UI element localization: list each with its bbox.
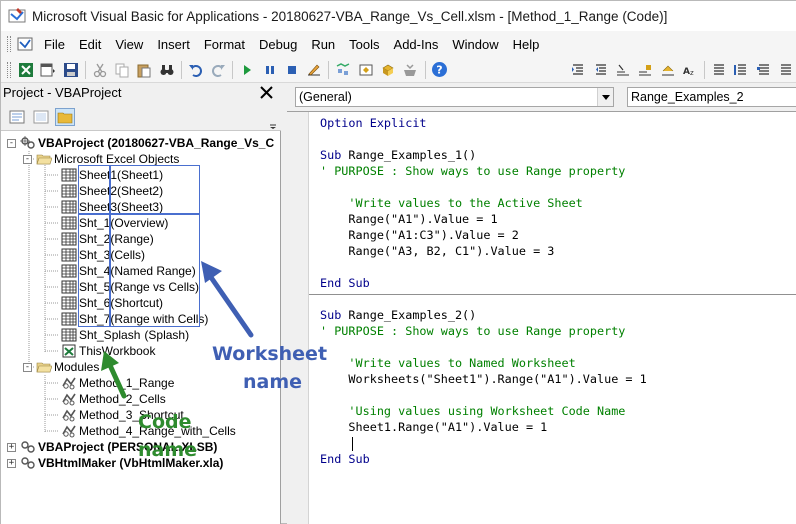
code-name-annotation-line2: name [138,439,198,461]
code-name-arrow-icon [101,351,127,399]
worksheet-name-annotation-line1: Worksheet [212,343,328,365]
worksheet-name-annotation-line2: name [243,371,303,393]
vba-editor-window: Microsoft Visual Basic for Applications … [0,0,796,524]
code-name-annotation-line1: Code [138,411,192,433]
annotation-arrows [101,261,254,399]
worksheet-name-arrow-icon [201,261,254,338]
